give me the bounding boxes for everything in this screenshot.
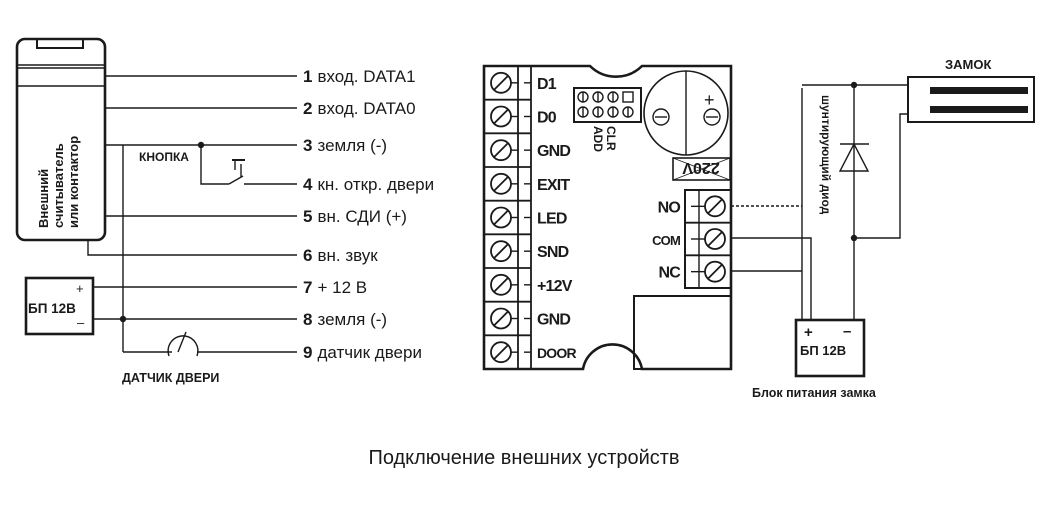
relay-label-com: COM [652, 233, 680, 248]
psu-left-label: БП 12В [28, 301, 76, 316]
psu-lock-caption: Блок питания замка [752, 386, 877, 400]
terminal-label-exit: EXIT [537, 177, 570, 194]
door-sensor-label: ДАТЧИК ДВЕРИ [122, 371, 219, 385]
diagram-caption: Подключение внешних устройств [368, 447, 679, 469]
pin-labels: 1 вход. DATA1 2 вход. DATA0 3 земля (-) 4 кн. о… [303, 67, 434, 362]
buzzer-plus: + [704, 90, 715, 110]
terminal-label-led: LED [537, 211, 567, 228]
terminal-label-d1: D1 [537, 76, 557, 93]
pin-label-6: 6 вн. звук [303, 246, 378, 265]
wire-6 [87, 240, 297, 256]
wiring-diagram: Внешний считыватель или контактор КНОПКА… [15, 37, 1035, 469]
pin-label-2: 2 вход. DATA0 [303, 99, 416, 118]
diode-label: шунтирующий диод [819, 95, 833, 215]
psu-left-plus: + [76, 281, 84, 296]
pin-label-8: 8 земля (-) [303, 310, 387, 329]
terminal-label-door: DOOR [537, 345, 576, 361]
psu-left-minus: – [77, 315, 85, 330]
reader-label-line-1: Внешний [36, 169, 51, 228]
psu-lock-minus: – [843, 323, 851, 340]
terminal-label-gnd: GND [537, 312, 570, 329]
relay-label-no: NO [658, 199, 681, 216]
button-label: КНОПКА [139, 150, 189, 164]
psu-lock-label: БП 12В [800, 343, 846, 358]
psu-lock-plus: + [804, 324, 813, 341]
terminal-label-gnd: GND [537, 143, 570, 160]
terminal-label-plus12v: +12V [537, 278, 573, 295]
pin-label-3: 3 земля (-) [303, 136, 387, 155]
pin-label-4: 4 кн. откр. двери [303, 175, 434, 194]
lock-body [907, 76, 1035, 123]
pin-label-5: 5 вн. СДИ (+) [303, 207, 407, 226]
pin-label-7: 7 + 12 В [303, 278, 367, 297]
terminal-label-snd: SND [537, 244, 569, 261]
controller-board: D1 D0 GND EXIT LED SND +12V GND DOOR ADD CLR + 2… [482, 64, 733, 371]
jumper-label-clr: CLR [604, 126, 618, 151]
terminal-label-d0: D0 [537, 110, 557, 127]
jumper-label-add: ADD [591, 126, 605, 152]
relay-label-nc: NC [658, 265, 681, 282]
pin-label-9: 9 датчик двери [303, 343, 422, 362]
voltage-mark: 220V [682, 159, 720, 176]
left-wires [87, 75, 297, 357]
reader-label-line-2: считыватель [51, 143, 66, 228]
lock-circuit: шунтирующий диод ЗАМОК + – БП 12В Блок п… [731, 57, 1035, 400]
pin-label-1: 1 вход. DATA1 [303, 67, 416, 86]
external-reader: Внешний считыватель или контактор [15, 37, 107, 242]
lock-label: ЗАМОК [945, 57, 991, 72]
psu-left: + БП 12В – [24, 276, 95, 336]
reader-label-line-3: или контактор [66, 136, 81, 228]
